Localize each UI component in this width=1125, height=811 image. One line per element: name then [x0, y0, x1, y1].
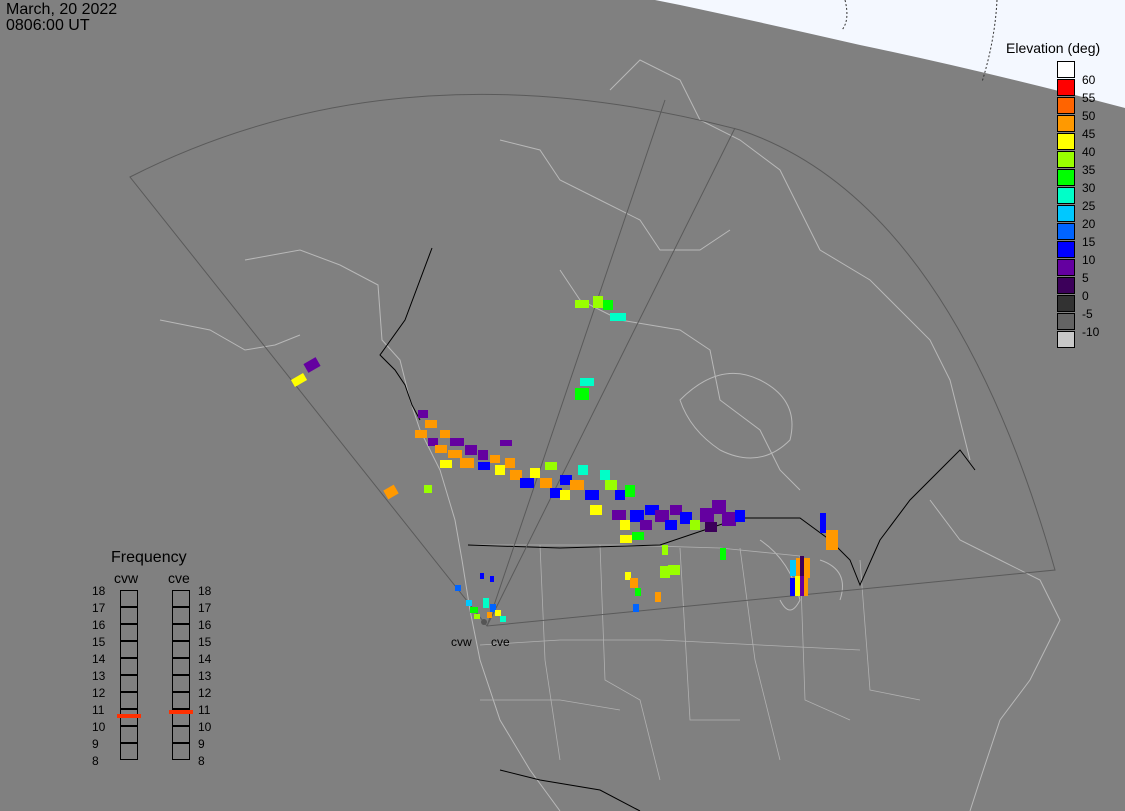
frequency-cell — [120, 692, 138, 709]
frequency-cell — [120, 624, 138, 641]
frequency-cell — [120, 743, 138, 760]
frequency-cell — [172, 658, 190, 675]
legend-label: 10 — [1082, 253, 1096, 267]
coastlines — [159, 59, 1061, 811]
frequency-tick-left: 16 — [92, 618, 106, 632]
date-label: March, 20 2022 — [6, 1, 118, 18]
legend-swatch — [1057, 259, 1075, 276]
radar-site-marker — [481, 619, 487, 625]
frequency-cell — [120, 607, 138, 624]
frequency-tick-left: 9 — [92, 737, 99, 751]
borders — [470, 544, 921, 781]
frequency-cell — [172, 624, 190, 641]
legend-swatch — [1057, 133, 1075, 150]
frequency-cell — [120, 726, 138, 743]
legend-swatch — [1057, 223, 1075, 240]
frequency-tick-right: 11 — [198, 703, 211, 717]
legend-label: 60 — [1082, 73, 1096, 87]
legend-swatch — [1057, 97, 1075, 114]
frequency-column-header-cvw: cvw — [114, 570, 139, 586]
legend-label: 5 — [1082, 271, 1089, 285]
frequency-column-header-cve: cve — [168, 570, 190, 586]
frequency-cell — [172, 675, 190, 692]
legend-label: 15 — [1082, 235, 1096, 249]
legend-label: 35 — [1082, 163, 1096, 177]
frequency-tick-left: 17 — [92, 601, 106, 615]
radar-label-cve: cve — [491, 635, 510, 649]
map-canvas — [129, 0, 1125, 811]
frequency-cell — [172, 743, 190, 760]
legend-label: 50 — [1082, 109, 1096, 123]
legend-label: 30 — [1082, 181, 1096, 195]
legend-swatch — [1057, 313, 1075, 330]
legend-title: Elevation (deg) — [1006, 40, 1101, 56]
frequency-tick-left: 10 — [92, 720, 106, 734]
frequency-tick-left: 18 — [92, 584, 106, 598]
frequency-tick-right: 10 — [198, 720, 212, 734]
frequency-tick-right: 8 — [198, 754, 205, 768]
frequency-cell — [172, 607, 190, 624]
frequency-cell — [120, 590, 138, 607]
legend-swatch — [1057, 277, 1075, 294]
frequency-tick-right: 16 — [198, 618, 212, 632]
legend-swatch — [1057, 187, 1075, 204]
legend-swatch — [1057, 331, 1075, 348]
backscatter-echoes — [290, 296, 838, 622]
frequency-tick-left: 14 — [92, 652, 106, 666]
frequency-cell — [172, 726, 190, 743]
frequency-tick-right: 9 — [198, 737, 205, 751]
frequency-cell — [120, 641, 138, 658]
legend-label: 0 — [1082, 289, 1089, 303]
radar-label-cvw: cvw — [451, 635, 472, 649]
frequency-cell — [172, 590, 190, 607]
legend-swatch — [1057, 115, 1075, 132]
legend-swatch — [1057, 169, 1075, 186]
legend-label: 40 — [1082, 145, 1096, 159]
frequency-tick-left: 15 — [92, 635, 106, 649]
legend-label: 20 — [1082, 217, 1096, 231]
legend-label: 25 — [1082, 199, 1096, 213]
legend-swatch — [1057, 241, 1075, 258]
legend-swatch — [1057, 151, 1075, 168]
frequency-tick-right: 17 — [198, 601, 212, 615]
frequency-tick-right: 12 — [198, 686, 212, 700]
frequency-cell — [172, 641, 190, 658]
frequency-tick-left: 11 — [92, 703, 105, 717]
legend-swatch — [1057, 79, 1075, 96]
time-label: 0806:00 UT — [6, 17, 90, 34]
legend-label: 45 — [1082, 127, 1096, 141]
frequency-marker-cvw — [117, 713, 141, 718]
legend-label: 55 — [1082, 91, 1096, 105]
frequency-tick-left: 8 — [92, 754, 99, 768]
radar-fov-sectors — [129, 93, 1056, 627]
legend-swatch — [1057, 205, 1075, 222]
frequency-marker-cve — [169, 710, 193, 715]
legend-label: -5 — [1082, 307, 1093, 321]
frequency-cell — [172, 692, 190, 709]
frequency-cell — [120, 658, 138, 675]
frequency-cell — [120, 675, 138, 692]
frequency-tick-left: 13 — [92, 669, 106, 683]
frequency-title: Frequency — [111, 549, 187, 566]
frequency-tick-right: 13 — [198, 669, 212, 683]
frequency-tick-left: 12 — [92, 686, 106, 700]
frequency-tick-right: 14 — [198, 652, 212, 666]
frequency-tick-right: 18 — [198, 584, 212, 598]
national-border — [379, 247, 976, 811]
legend-swatch — [1057, 295, 1075, 312]
frequency-tick-right: 15 — [198, 635, 212, 649]
legend-swatch — [1057, 61, 1075, 78]
legend-label: -10 — [1082, 325, 1100, 339]
